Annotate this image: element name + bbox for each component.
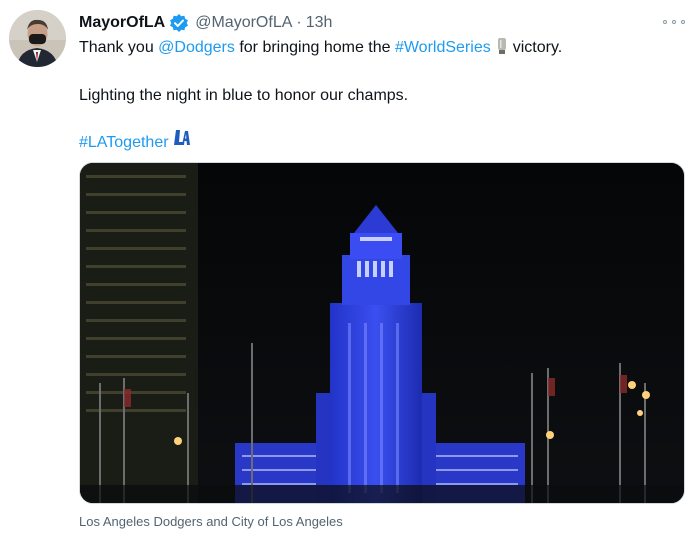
tweet-text-line-2: Lighting the night in blue to honor our … — [79, 87, 409, 104]
media-caption[interactable]: Los Angeles Dodgers and City of Los Ange… — [79, 514, 343, 529]
timestamp[interactable]: 13h — [306, 13, 333, 33]
separator-dot: · — [296, 14, 302, 31]
dodgers-la-logo-icon — [173, 128, 191, 153]
more-dot — [681, 20, 685, 24]
more-dot — [663, 20, 667, 24]
tweet-text-line-3: #LATogether — [79, 128, 191, 153]
text-segment: for bringing home the — [234, 39, 395, 56]
mention-link[interactable]: @Dodgers — [158, 39, 235, 56]
more-options-icon[interactable] — [663, 16, 685, 28]
user-handle[interactable]: @MayorOfLA — [195, 13, 292, 33]
tweet-header: MayorOfLA @MayorOfLA · 13h — [79, 13, 332, 33]
text-segment: victory. — [512, 39, 563, 56]
text-segment: Thank you — [79, 39, 159, 56]
more-dot — [672, 20, 676, 24]
display-name[interactable]: MayorOfLA — [79, 13, 165, 33]
tweet-text-line-1: Thank you @Dodgers for bringing home the… — [79, 37, 562, 61]
hashtag-link-latogether[interactable]: #LATogether — [79, 134, 169, 151]
tweet-media-photo[interactable] — [79, 162, 685, 504]
verified-badge-icon — [169, 13, 189, 33]
avatar[interactable] — [9, 10, 66, 67]
hashtag-link-worldseries[interactable]: #WorldSeries — [395, 39, 491, 56]
trophy-icon — [497, 37, 507, 61]
